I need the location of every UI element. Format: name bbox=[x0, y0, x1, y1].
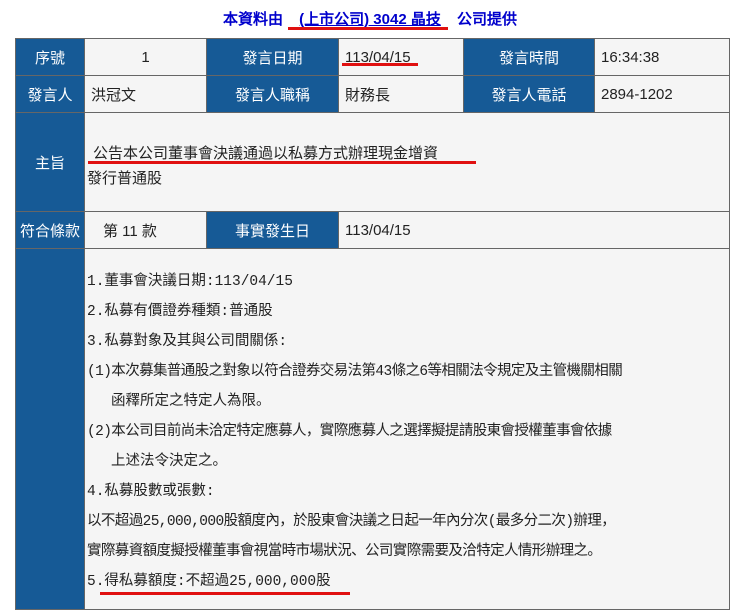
body-line: 上述法令決定之。 bbox=[111, 454, 227, 470]
header-suffix: 公司提供 bbox=[457, 11, 518, 28]
time-label: 發言時間 bbox=[463, 38, 595, 76]
body-line: 以不超過25,000,000股額度內，於股東會決議之日起一年內分次(最多分二次)… bbox=[87, 514, 616, 530]
highlight-underline bbox=[342, 63, 418, 66]
table-row: 1.董事會決議日期:113/04/15 2.私募有價證券種類:普通股 3.私募對… bbox=[15, 248, 730, 610]
clause-value: 第 11 款 bbox=[84, 211, 207, 249]
phone-value: 2894-1202 bbox=[594, 75, 730, 113]
date-label: 發言日期 bbox=[206, 38, 339, 76]
speaker-title-label: 發言人職稱 bbox=[206, 75, 339, 113]
body-line: 2.私募有價證券種類:普通股 bbox=[87, 304, 273, 320]
time-value: 16:34:38 bbox=[594, 38, 730, 76]
header-prefix: 本資料由 bbox=[222, 11, 283, 28]
table-row: 符合條款 第 11 款 事實發生日 113/04/15 bbox=[15, 211, 730, 249]
source-header: 本資料由 (上市公司) 3042 晶技 公司提供 bbox=[0, 8, 740, 29]
description-label bbox=[15, 248, 85, 610]
speaker-title-value: 財務長 bbox=[338, 75, 464, 113]
highlight-underline bbox=[88, 161, 476, 164]
phone-label: 發言人電話 bbox=[463, 75, 595, 113]
body-line: 3.私募對象及其與公司間關係: bbox=[87, 334, 288, 350]
date-value: 113/04/15 bbox=[338, 38, 464, 76]
body-line: (1)本次募集普通股之對象以符合證券交易法第43條之6等相關法令規定及主管機關相… bbox=[87, 364, 623, 380]
body-line: (2)本公司目前尚未洽定特定應募人，實際應募人之選擇擬提請股東會授權董事會依據 bbox=[87, 424, 612, 440]
body-line: 4.私募股數或張數: bbox=[87, 484, 215, 500]
table-row: 序號 1 發言日期 113/04/15 發言時間 16:34:38 bbox=[15, 38, 730, 76]
body-line: 實際募資額度擬授權董事會視當時市場狀況、公司實際需要及洽特定人情形辦理之。 bbox=[87, 544, 602, 560]
company-name: (上市公司) 3042 晶技 bbox=[299, 11, 441, 28]
highlight-underline bbox=[288, 27, 448, 30]
body-line: 1.董事會決議日期:113/04/15 bbox=[87, 274, 293, 290]
subject-line-2: 發行普通股 bbox=[87, 170, 163, 187]
subject-label: 主旨 bbox=[15, 112, 85, 212]
fact-date-label: 事實發生日 bbox=[206, 211, 339, 249]
speaker-value: 洪冠文 bbox=[84, 75, 207, 113]
seq-value: 1 bbox=[84, 38, 207, 76]
description-body: 1.董事會決議日期:113/04/15 2.私募有價證券種類:普通股 3.私募對… bbox=[84, 248, 730, 610]
body-line: 函釋所定之特定人為限。 bbox=[111, 394, 271, 410]
seq-label: 序號 bbox=[15, 38, 85, 76]
speaker-label: 發言人 bbox=[15, 75, 85, 113]
clause-label: 符合條款 bbox=[15, 211, 85, 249]
subject-line-1: 公告本公司董事會決議通過以私募方式辦理現金增資 bbox=[93, 145, 439, 162]
highlight-underline bbox=[100, 592, 350, 595]
table-row: 發言人 洪冠文 發言人職稱 財務長 發言人電話 2894-1202 bbox=[15, 75, 730, 113]
fact-date-value: 113/04/15 bbox=[338, 211, 730, 249]
announcement-table: 序號 1 發言日期 113/04/15 發言時間 16:34:38 發言人 洪冠… bbox=[15, 38, 730, 610]
